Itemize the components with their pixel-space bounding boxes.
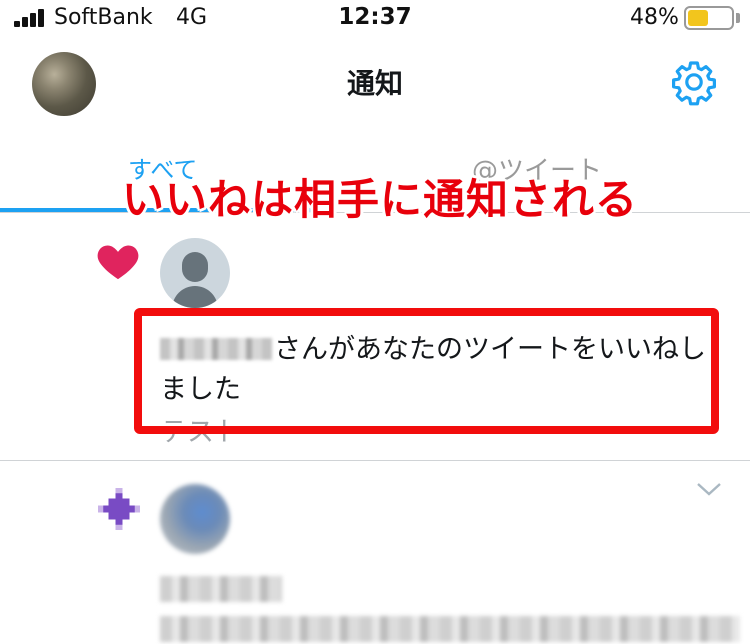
page-title: 通知	[346, 67, 403, 100]
avatar-head	[182, 252, 208, 282]
battery-tip	[736, 13, 740, 23]
highlight-annotation-box	[134, 308, 719, 434]
blurred-avatar[interactable]	[160, 484, 230, 554]
status-bar: SoftBank 4G 12:37 48%	[0, 0, 750, 36]
default-avatar[interactable]	[160, 238, 230, 308]
blurred-text-line	[160, 616, 740, 642]
row-divider	[0, 460, 750, 461]
battery-icon	[684, 6, 734, 30]
chevron-down-icon[interactable]	[696, 480, 722, 498]
gear-icon[interactable]	[670, 58, 718, 106]
battery-percent: 48%	[630, 5, 679, 30]
heart-icon	[97, 245, 139, 280]
avatar-body	[172, 286, 218, 308]
app-header: 通知	[0, 40, 750, 124]
battery-level	[688, 10, 708, 26]
annotation-caption: いいねは相手に通知される	[122, 175, 639, 224]
sparkle-icon	[98, 488, 140, 530]
blurred-text-line	[160, 576, 282, 602]
